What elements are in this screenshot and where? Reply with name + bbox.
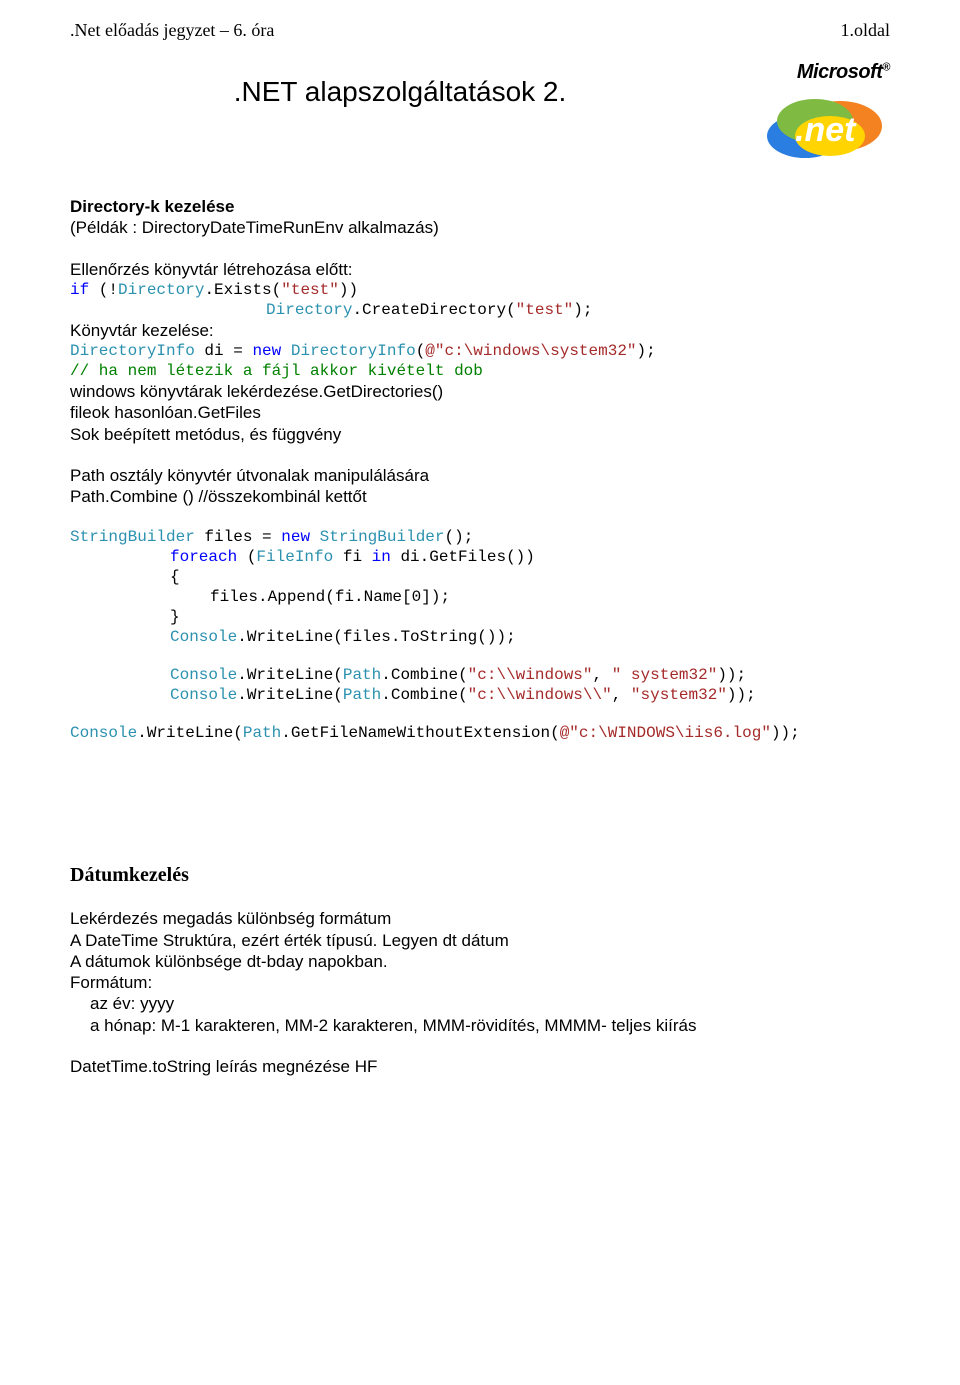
code-line: Console.WriteLine(Path.GetFileNameWithou…: [70, 723, 890, 743]
header-left: .Net előadás jegyzet – 6. óra: [70, 20, 274, 41]
code-line: if (!Directory.Exists("test")): [70, 280, 890, 300]
body-line: Formátum:: [70, 972, 890, 993]
code-line: Console.WriteLine(files.ToString());: [70, 627, 890, 647]
section-heading: Directory-k kezelése: [70, 196, 890, 217]
content-body: Directory-k kezelése (Példák : Directory…: [70, 196, 890, 1077]
body-line: Path.Combine () //összekombinál kettőt: [70, 486, 890, 507]
body-line: Sok beépített metódus, és függvény: [70, 424, 890, 445]
body-line: fileok hasonlóan.GetFiles: [70, 402, 890, 423]
page-header: .Net előadás jegyzet – 6. óra 1.oldal: [70, 20, 890, 41]
title-row: .NET alapszolgáltatások 2. Microsoft® .n…: [70, 61, 890, 166]
code-line: StringBuilder files = new StringBuilder(…: [70, 527, 890, 547]
document-page: .Net előadás jegyzet – 6. óra 1.oldal .N…: [0, 0, 960, 1117]
header-right: 1.oldal: [841, 20, 891, 41]
code-comment: // ha nem létezik a fájl akkor kivételt …: [70, 361, 890, 381]
code-line: Directory.CreateDirectory("test");: [70, 300, 890, 320]
logo-text: Microsoft®: [797, 61, 890, 83]
body-line: A DateTime Struktúra, ezért érték típusú…: [70, 930, 890, 951]
code-line: {: [70, 567, 890, 587]
body-line: az év: yyyy: [70, 993, 890, 1014]
code-line: DirectoryInfo di = new DirectoryInfo(@"c…: [70, 341, 890, 361]
body-line: Lekérdezés megadás különbség formátum: [70, 908, 890, 929]
body-line: DatetTime.toString leírás megnézése HF: [70, 1056, 890, 1077]
section-subtitle: (Példák : DirectoryDateTimeRunEnv alkalm…: [70, 217, 890, 238]
code-line: Console.WriteLine(Path.Combine("c:\\wind…: [70, 665, 890, 685]
page-title: .NET alapszolgáltatások 2.: [70, 61, 730, 108]
section-heading: Dátumkezelés: [70, 863, 890, 888]
body-line: A dátumok különbsége dt-bday napokban.: [70, 951, 890, 972]
svg-text:.net: .net: [795, 111, 857, 149]
body-line: windows könyvtárak lekérdezése.GetDirect…: [70, 381, 890, 402]
code-line: foreach (FileInfo fi in di.GetFiles()): [70, 547, 890, 567]
body-line: Ellenőrzés könyvtár létrehozása előtt:: [70, 259, 890, 280]
code-line: }: [70, 607, 890, 627]
body-line: Path osztály könyvtér útvonalak manipulá…: [70, 465, 890, 486]
code-line: Console.WriteLine(Path.Combine("c:\\wind…: [70, 685, 890, 705]
code-line: files.Append(fi.Name[0]);: [70, 587, 890, 607]
microsoft-net-logo: Microsoft® .net: [730, 61, 890, 166]
body-line: Könyvtár kezelése:: [70, 320, 890, 341]
net-logo-icon: .net: [760, 86, 890, 166]
body-line: a hónap: M-1 karakteren, MM-2 karakteren…: [70, 1015, 890, 1036]
